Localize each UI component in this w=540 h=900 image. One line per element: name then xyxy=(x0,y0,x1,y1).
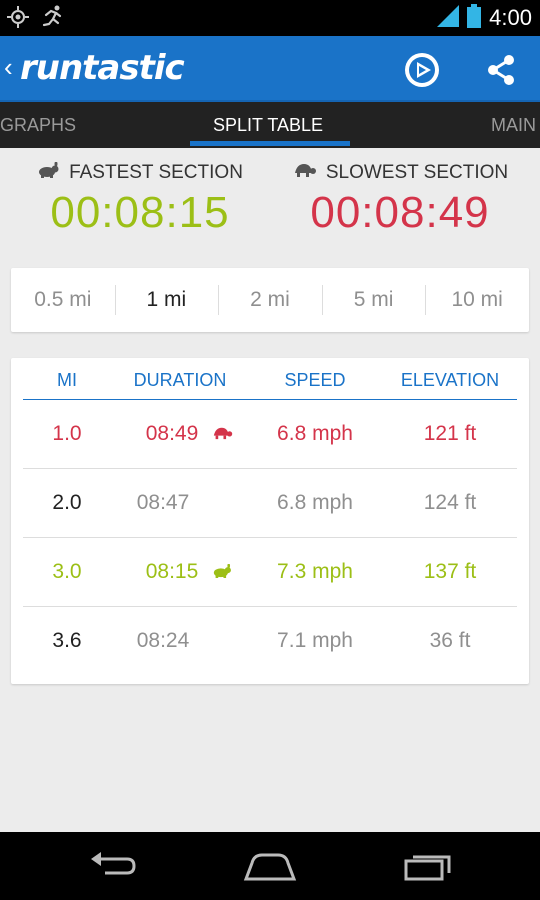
back-icon[interactable] xyxy=(82,846,142,886)
status-bar: 4:00 xyxy=(0,0,540,36)
cell-duration: 08:15 xyxy=(145,560,199,583)
play-logo-icon[interactable] xyxy=(402,50,442,90)
distance-option-0-5-mi[interactable]: 0.5 mi xyxy=(11,268,115,332)
runner-icon xyxy=(40,4,66,35)
turtle-icon xyxy=(292,162,316,184)
cell-mi: 3.6 xyxy=(52,629,82,652)
cell-mi: 2.0 xyxy=(52,491,82,514)
fastest-section-label: FASTEST SECTION xyxy=(69,162,243,183)
rabbit-icon xyxy=(210,560,232,584)
distance-option-10-mi[interactable]: 10 mi xyxy=(425,268,529,332)
summary-section: FASTEST SECTION 00:08:15 SLOWEST SECTION… xyxy=(0,150,540,250)
signal-icon xyxy=(437,4,460,32)
cell-speed: 6.8 mph xyxy=(277,422,353,445)
home-icon[interactable] xyxy=(240,846,300,886)
slowest-section: SLOWEST SECTION 00:08:49 xyxy=(265,150,535,238)
distance-option-5-mi[interactable]: 5 mi xyxy=(321,268,426,332)
battery-icon xyxy=(467,3,482,33)
column-header-mi: MI xyxy=(57,370,77,390)
column-header-elevation: ELEVATION xyxy=(400,370,500,390)
cell-speed: 7.3 mph xyxy=(277,560,353,583)
action-bar: ‹ runtastic xyxy=(0,36,540,102)
column-header-duration: DURATION xyxy=(133,370,227,390)
table-row: 2.0 08:47 6.8 mph 124 ft xyxy=(23,469,517,538)
slowest-section-label: SLOWEST SECTION xyxy=(325,162,509,183)
table-row: 1.0 08:49 6.8 mph 121 ft xyxy=(23,400,517,469)
slowest-section-value: 00:08:49 xyxy=(310,188,490,237)
fastest-section-value: 00:08:15 xyxy=(50,188,230,237)
gps-icon xyxy=(6,5,30,34)
cell-duration: 08:49 xyxy=(145,422,199,445)
cell-mi: 3.0 xyxy=(52,560,82,583)
cell-mi: 1.0 xyxy=(52,422,82,445)
navigation-bar xyxy=(0,832,540,900)
table-row: 3.0 08:15 7.3 mph 137 ft xyxy=(23,538,517,607)
distance-option-2-mi[interactable]: 2 mi xyxy=(218,268,322,332)
cell-speed: 7.1 mph xyxy=(277,629,353,652)
split-distance-selector: 0.5 mi 1 mi 2 mi 5 mi 10 mi xyxy=(11,268,529,332)
split-table: MI DURATION SPEED ELEVATION 1.0 08:49 6.… xyxy=(11,358,529,684)
cell-speed: 6.8 mph xyxy=(277,491,353,514)
clock: 4:00 xyxy=(489,5,532,30)
tab-indicator xyxy=(190,141,350,146)
cell-duration: 08:47 xyxy=(136,491,190,514)
turtle-icon xyxy=(210,422,232,446)
recent-apps-icon[interactable] xyxy=(398,846,458,886)
distance-option-1-mi[interactable]: 1 mi xyxy=(114,268,219,332)
table-header: MI DURATION SPEED ELEVATION xyxy=(23,370,517,400)
app-logo[interactable]: runtastic xyxy=(20,48,185,88)
cell-elevation: 121 ft xyxy=(423,422,477,445)
cell-duration: 08:24 xyxy=(136,629,190,652)
share-icon[interactable] xyxy=(481,50,521,90)
column-header-speed: SPEED xyxy=(284,370,346,390)
rabbit-icon xyxy=(37,161,59,184)
cell-elevation: 36 ft xyxy=(429,629,471,652)
tab-main[interactable]: MAIN xyxy=(491,102,536,148)
table-row: 3.6 08:24 7.1 mph 36 ft xyxy=(23,607,517,676)
back-chevron-icon[interactable]: ‹ xyxy=(4,54,13,80)
cell-elevation: 137 ft xyxy=(423,560,477,583)
fastest-section: FASTEST SECTION 00:08:15 xyxy=(5,150,275,238)
tab-graphs[interactable]: GRAPHS xyxy=(0,102,76,148)
cell-elevation: 124 ft xyxy=(423,491,477,514)
